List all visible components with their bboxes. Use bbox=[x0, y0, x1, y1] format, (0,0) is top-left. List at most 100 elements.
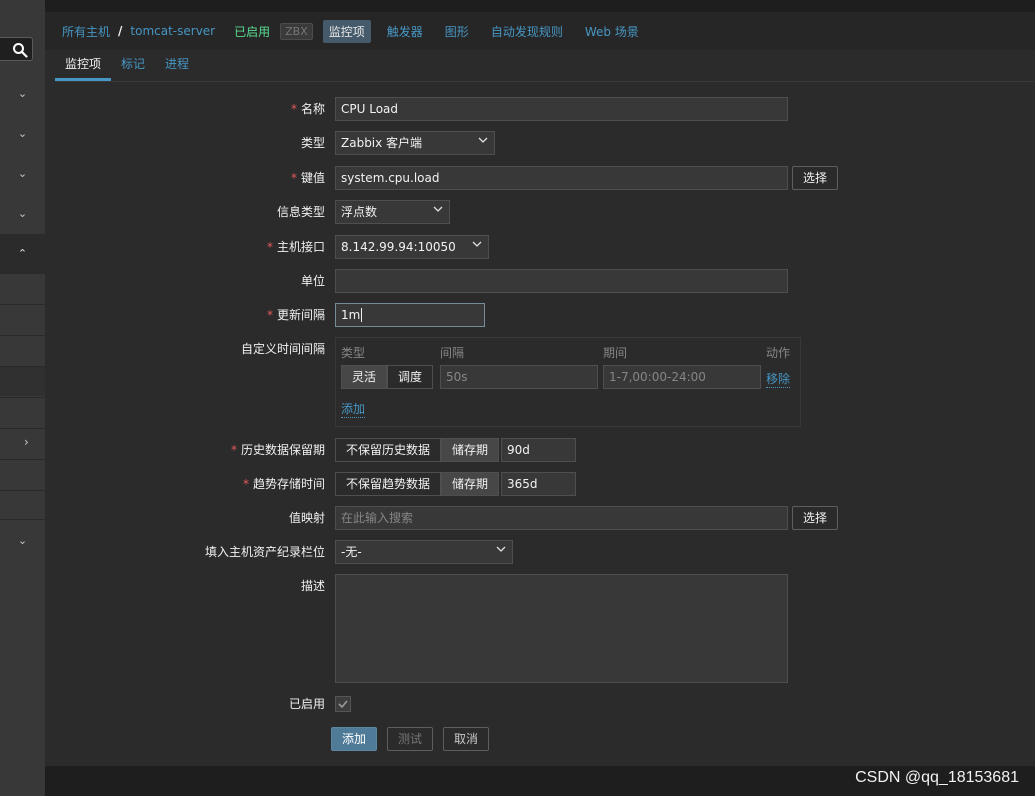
host-status-enabled[interactable]: 已启用 bbox=[234, 23, 270, 40]
header-tab-discovery[interactable]: 自动发现规则 bbox=[485, 20, 569, 43]
tab-item[interactable]: 监控项 bbox=[55, 55, 112, 81]
sidebar-menu-5[interactable]: ⌄ bbox=[0, 520, 45, 560]
interface-select[interactable]: 8.142.99.94:10050 bbox=[335, 235, 489, 259]
checkmark-icon bbox=[338, 700, 348, 709]
add-button[interactable]: 添加 bbox=[331, 727, 378, 751]
breadcrumb-separator: / bbox=[118, 24, 123, 38]
chevron-down-icon bbox=[433, 206, 443, 212]
label-trends: * 趋势存储时间 bbox=[242, 477, 325, 491]
header-tab-web[interactable]: Web 场景 bbox=[579, 20, 645, 43]
key-input[interactable]: system.cpu.load bbox=[335, 166, 788, 190]
breadcrumb-all-hosts[interactable]: 所有主机 bbox=[62, 23, 110, 40]
label-description: 描述 bbox=[300, 579, 325, 593]
row-interval: * 更新间隔 1m bbox=[55, 303, 1035, 327]
test-button[interactable]: 测试 bbox=[387, 727, 434, 751]
flexible-option[interactable]: 灵活 bbox=[341, 365, 388, 389]
label-inventory: 填入主机资产纪录栏位 bbox=[204, 545, 325, 559]
valuemap-input[interactable]: 在此输入搜索 bbox=[335, 506, 788, 530]
sidebar-search-button[interactable] bbox=[0, 37, 33, 61]
chevron-down-icon: ⌄ bbox=[17, 166, 28, 180]
trends-period-input[interactable]: 365d bbox=[501, 472, 577, 496]
add-interval-link[interactable]: 添加 bbox=[341, 400, 366, 418]
item-form-panel: 监控项 标记 进程 * 名称 CPU Load 类型 Zabbix 客户端 * 键值… bbox=[55, 50, 1035, 766]
remove-interval-link[interactable]: 移除 bbox=[766, 370, 791, 388]
label-units: 单位 bbox=[300, 274, 325, 288]
custom-intervals-table: 类型 间隔 期间 动作 灵活 调度 50s 1-7,00:00-24:00 移除… bbox=[335, 337, 801, 427]
info-type-select[interactable]: 浮点数 bbox=[335, 200, 450, 224]
sidebar-subitem[interactable] bbox=[0, 273, 45, 303]
type-select[interactable]: Zabbix 客户端 bbox=[335, 131, 495, 155]
sidebar-menu-1[interactable]: ⌄ bbox=[0, 73, 45, 113]
row-history: * 历史数据保留期 不保留历史数据 储存期 90d bbox=[55, 438, 1035, 462]
history-period-input[interactable]: 90d bbox=[501, 438, 577, 462]
header-tab-items[interactable]: 监控项 bbox=[322, 19, 371, 43]
interval-input[interactable]: 1m bbox=[335, 303, 485, 327]
header-tab-triggers[interactable]: 触发器 bbox=[381, 20, 429, 43]
label-interface: * 主机接口 bbox=[266, 240, 325, 254]
enabled-checkbox[interactable] bbox=[335, 696, 351, 712]
label-interval: * 更新间隔 bbox=[266, 308, 325, 322]
description-textarea[interactable] bbox=[335, 574, 788, 683]
row-description: 描述 bbox=[55, 574, 1035, 684]
sidebar-menu-4[interactable]: ⌄ bbox=[0, 193, 45, 233]
host-navigation: 所有主机 / tomcat-server 已启用 ZBX 监控项 触发器 图形 … bbox=[45, 12, 1035, 50]
label-enabled: 已启用 bbox=[288, 697, 325, 711]
row-inventory: 填入主机资产纪录栏位 -无- bbox=[55, 540, 1035, 564]
chevron-down-icon: ⌄ bbox=[17, 206, 28, 220]
sidebar-subitem[interactable] bbox=[0, 459, 45, 489]
chevron-down-icon bbox=[496, 546, 506, 552]
form-actions: 添加 测试 取消 bbox=[55, 727, 1035, 751]
row-trends: * 趋势存储时间 不保留趋势数据 储存期 365d bbox=[55, 472, 1035, 496]
row-type: 类型 Zabbix 客户端 bbox=[55, 131, 1035, 155]
name-input[interactable]: CPU Load bbox=[335, 97, 788, 121]
tab-preprocessing[interactable]: 进程 bbox=[155, 55, 199, 81]
label-history: * 历史数据保留期 bbox=[230, 443, 325, 457]
trends-mode-toggle: 不保留趋势数据 储存期 bbox=[335, 472, 500, 496]
sidebar-subitem-selected[interactable] bbox=[0, 366, 45, 396]
valuemap-select-button[interactable]: 选择 bbox=[792, 506, 839, 530]
sidebar-subitem[interactable] bbox=[0, 490, 45, 520]
chevron-down-icon: ⌄ bbox=[17, 126, 28, 140]
col-interval: 间隔 bbox=[440, 346, 465, 360]
label-info-type: 信息类型 bbox=[276, 205, 325, 219]
label-custom-intervals: 自定义时间间隔 bbox=[240, 342, 325, 356]
zbx-availability-badge: ZBX bbox=[280, 22, 313, 40]
row-valuemap: 值映射 在此输入搜索 选择 bbox=[55, 506, 1035, 530]
breadcrumb-host[interactable]: tomcat-server bbox=[130, 24, 215, 38]
custom-period-input[interactable]: 1-7,00:00-24:00 bbox=[603, 365, 761, 389]
history-storage-option[interactable]: 储存期 bbox=[441, 438, 500, 462]
sidebar-subitem[interactable] bbox=[0, 304, 45, 334]
inventory-select[interactable]: -无- bbox=[335, 540, 513, 564]
top-strip bbox=[45, 0, 1035, 12]
sidebar-subitem[interactable] bbox=[0, 335, 45, 365]
col-period: 期间 bbox=[603, 346, 628, 360]
sidebar-menu-3[interactable]: ⌄ bbox=[0, 153, 45, 193]
chevron-down-icon: ⌄ bbox=[17, 86, 28, 100]
label-type: 类型 bbox=[300, 136, 325, 150]
scheduling-option[interactable]: 调度 bbox=[387, 365, 434, 389]
header-tab-graphs[interactable]: 图形 bbox=[439, 20, 475, 43]
chevron-down-icon bbox=[478, 137, 488, 143]
key-select-button[interactable]: 选择 bbox=[792, 166, 839, 190]
chevron-down-icon: ⌄ bbox=[17, 533, 28, 547]
search-icon bbox=[13, 43, 28, 58]
cancel-button[interactable]: 取消 bbox=[443, 727, 490, 751]
row-custom-intervals: 自定义时间间隔 类型 间隔 期间 动作 灵活 调度 50s 1-7,00:00-… bbox=[55, 337, 1035, 429]
sidebar-menu-2[interactable]: ⌄ bbox=[0, 113, 45, 153]
row-enabled: 已启用 bbox=[55, 692, 1035, 716]
history-no-keep-option[interactable]: 不保留历史数据 bbox=[335, 438, 442, 462]
sidebar-subitem-expandable[interactable]: › bbox=[0, 428, 45, 458]
sidebar-menu-expanded[interactable]: ⌃ bbox=[0, 234, 45, 273]
row-info-type: 信息类型 浮点数 bbox=[55, 200, 1035, 224]
chevron-down-icon bbox=[472, 241, 482, 247]
tab-tags[interactable]: 标记 bbox=[111, 55, 155, 81]
sidebar-subitem[interactable] bbox=[0, 397, 45, 427]
history-mode-toggle: 不保留历史数据 储存期 bbox=[335, 438, 500, 462]
units-input[interactable] bbox=[335, 269, 788, 293]
trends-no-keep-option[interactable]: 不保留趋势数据 bbox=[335, 472, 442, 496]
col-type: 类型 bbox=[341, 346, 366, 360]
row-interface: * 主机接口 8.142.99.94:10050 bbox=[55, 235, 1035, 259]
custom-interval-input[interactable]: 50s bbox=[440, 365, 598, 389]
trends-storage-option[interactable]: 储存期 bbox=[441, 472, 500, 496]
sidebar: ⌄ ⌄ ⌄ ⌄ ⌃ › ⌄ bbox=[0, 0, 45, 796]
